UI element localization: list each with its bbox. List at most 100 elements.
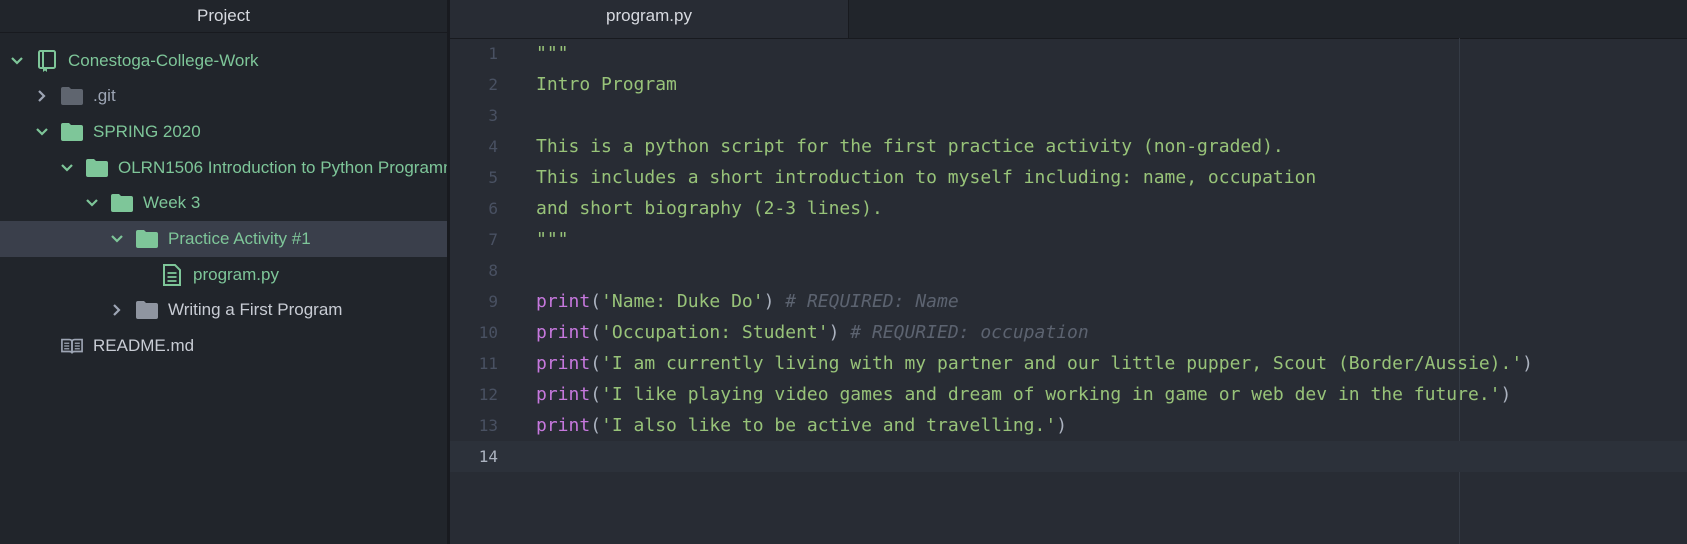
tree-item-label: OLRN1506 Introduction to Python Programm… — [118, 158, 447, 177]
code-token-close: ) — [763, 291, 775, 312]
code-text: """ — [536, 229, 569, 250]
editor-pane: program.py 1 """ 2 Intro Program 3 4 This is a… — [450, 0, 1687, 544]
tab-bar: program.py — [450, 0, 1687, 39]
code-token-str: 'I also like to be active and travelling… — [601, 415, 1057, 436]
line-number: 3 — [488, 106, 498, 125]
tree-item[interactable]: Practice Activity #1 — [0, 221, 447, 257]
tree-item[interactable]: README.md — [0, 328, 447, 364]
code-text: This includes a short introduction to my… — [536, 167, 1317, 188]
code-line: 12 print('I like playing video games and … — [450, 379, 1687, 410]
code-text: and short biography (2-3 lines). — [536, 198, 883, 219]
chevron-right-icon[interactable] — [35, 89, 49, 103]
code-token-fn: print — [536, 384, 591, 405]
code-token-open: ( — [590, 415, 602, 436]
code-token-cmt: # REQURIED: occupation — [839, 322, 1089, 343]
line-number: 8 — [488, 261, 498, 280]
folder-icon — [86, 158, 108, 178]
code-token-str: 'Name: Duke Do' — [601, 291, 764, 312]
code-token-open: ( — [590, 291, 602, 312]
tree-item-label: program.py — [193, 265, 279, 284]
code-token-fn: print — [536, 291, 591, 312]
code-token-str: 'I am currently living with my partner a… — [601, 353, 1523, 374]
tree-item-label: SPRING 2020 — [93, 122, 201, 141]
tab-label: program.py — [606, 6, 692, 25]
code-line: 8 — [450, 255, 1687, 286]
code-line: 6 and short biography (2-3 lines). — [450, 193, 1687, 224]
tree-item-label: Practice Activity #1 — [168, 229, 311, 248]
tree-item[interactable]: Writing a First Program — [0, 292, 447, 328]
code-line: 7 """ — [450, 224, 1687, 255]
code-line: 9 print('Name: Duke Do') # REQUIRED: Name — [450, 286, 1687, 317]
tree-item[interactable]: Conestoga-College-Work — [0, 43, 447, 79]
code-area[interactable]: 1 """ 2 Intro Program 3 4 This is a python scr… — [450, 38, 1687, 544]
code-token-str: 'I like playing video games and dream of… — [601, 384, 1501, 405]
code-line: 1 """ — [450, 38, 1687, 69]
tree-item-label: README.md — [93, 336, 195, 355]
code-token-close: ) — [1522, 353, 1534, 374]
line-number: 6 — [488, 199, 498, 218]
code-token-fn: print — [536, 353, 591, 374]
chevron-right-icon[interactable] — [110, 303, 124, 317]
tree-item[interactable]: SPRING 2020 — [0, 114, 447, 150]
line-number: 14 — [478, 447, 498, 466]
line-number: 10 — [478, 323, 498, 342]
project-tree-panel: Project Conestoga-College-Work .git SPRING… — [0, 0, 450, 544]
code-line: 2 Intro Program — [450, 69, 1687, 100]
code-text: This is a python script for the first pr… — [536, 136, 1284, 157]
code-text: print('I also like to be active and trav… — [536, 410, 1067, 441]
chevron-down-icon[interactable] — [60, 161, 74, 175]
line-number: 5 — [488, 168, 498, 187]
code-text: """ — [536, 43, 569, 64]
code-line: 11 print('I am currently living with my p… — [450, 348, 1687, 379]
code-text: print('Occupation: Student') # REQURIED:… — [536, 317, 1089, 348]
code-token-str: 'Occupation: Student' — [601, 322, 829, 343]
file-tree: Conestoga-College-Work .git SPRING 2020 OLR… — [0, 33, 447, 544]
file-text-icon — [161, 264, 183, 286]
line-number: 12 — [478, 385, 498, 404]
tree-item[interactable]: Week 3 — [0, 185, 447, 221]
code-line: 4 This is a python script for the first p… — [450, 131, 1687, 162]
code-text: print('I am currently living with my par… — [536, 348, 1533, 379]
line-number: 7 — [488, 230, 498, 249]
atom-editor-window: Project Conestoga-College-Work .git SPRING… — [0, 0, 1687, 544]
tree-item-label: Writing a First Program — [168, 300, 343, 319]
folder-icon — [61, 86, 83, 106]
code-token-close: ) — [1056, 415, 1068, 436]
code-token-cmt: # REQUIRED: Name — [774, 291, 959, 312]
repo-icon — [36, 50, 58, 72]
code-line: 5 This includes a short introduction to m… — [450, 162, 1687, 193]
code-line: 14 — [450, 441, 1687, 472]
code-text: print('I like playing video games and dr… — [536, 379, 1511, 410]
folder-icon — [61, 122, 83, 142]
tree-item-label: Week 3 — [143, 193, 201, 212]
line-number: 9 — [488, 292, 498, 311]
tree-item-label: Conestoga-College-Work — [68, 51, 259, 70]
code-token-close: ) — [828, 322, 840, 343]
folder-icon — [111, 193, 133, 213]
code-token-close: ) — [1500, 384, 1512, 405]
chevron-down-icon[interactable] — [35, 125, 49, 139]
code-line: 10 print('Occupation: Student') # REQURIE… — [450, 317, 1687, 348]
chevron-down-icon[interactable] — [10, 54, 24, 68]
code-text: Intro Program — [536, 74, 677, 95]
tree-item[interactable]: OLRN1506 Introduction to Python Programm… — [0, 150, 447, 186]
code-token-open: ( — [590, 322, 602, 343]
code-token-open: ( — [590, 384, 602, 405]
folder-icon — [136, 229, 158, 249]
line-number: 4 — [488, 137, 498, 156]
code-line: 13 print('I also like to be active and tr… — [450, 410, 1687, 441]
tree-item-label: .git — [93, 86, 116, 105]
project-panel-title: Project — [0, 0, 447, 33]
line-number: 13 — [478, 416, 498, 435]
folder-icon — [136, 300, 158, 320]
tree-item[interactable]: .git — [0, 78, 447, 114]
line-number: 11 — [478, 354, 498, 373]
line-number: 2 — [488, 75, 498, 94]
code-token-open: ( — [590, 353, 602, 374]
code-text: print('Name: Duke Do') # REQUIRED: Name — [536, 286, 959, 317]
code-token-fn: print — [536, 415, 591, 436]
tab-program-py[interactable]: program.py — [450, 0, 849, 38]
chevron-down-icon[interactable] — [85, 196, 99, 210]
tree-item[interactable]: program.py — [0, 257, 447, 293]
chevron-down-icon[interactable] — [110, 232, 124, 246]
